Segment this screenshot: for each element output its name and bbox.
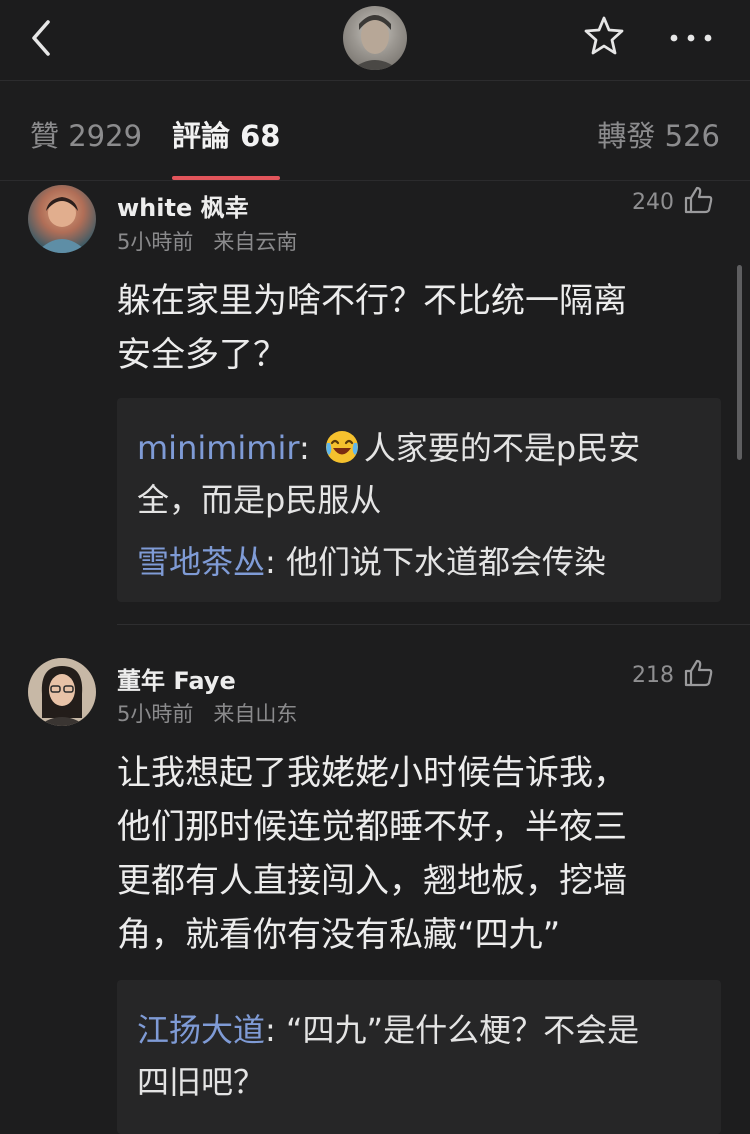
comment-line: 让我想起了我姥姥小时候告诉我， <box>117 753 627 793</box>
tab-bar: 贊 2929 評論 68 轉發 526 <box>0 81 750 180</box>
like-button[interactable] <box>684 186 714 214</box>
scrollbar[interactable] <box>737 265 742 460</box>
tab-reposts[interactable]: 轉發 526 <box>597 113 720 155</box>
reply-box[interactable]: minimimir: 人家要的不是p民安 全，而是p民服从 雪地茶丛: 他们说下… <box>117 398 721 602</box>
comment-region: 来自山东 <box>213 702 298 726</box>
comment-line: 躲在家里为啥不行？不比统一隔离 <box>117 281 627 321</box>
comment-text: 让我想起了我姥姥小时候告诉我， 他们那时候连觉都睡不好，半夜三 更都有人直接闯入… <box>117 746 717 962</box>
comment-time: 5小時前 <box>117 702 194 726</box>
favorite-button[interactable] <box>582 14 626 58</box>
like-count: 218 <box>632 663 674 688</box>
star-outline-icon <box>584 16 624 55</box>
reply-box[interactable]: 江扬大道: “四九”是什么梗？不会是 四旧吧？ <box>117 980 721 1134</box>
more-button[interactable] <box>668 26 714 50</box>
commenter-name[interactable]: white 枫幸 <box>117 188 249 223</box>
avatar-portrait <box>28 658 96 726</box>
reply-item: minimimir: 人家要的不是p民安 全，而是p民服从 <box>137 422 707 526</box>
comment-line: 安全多了？ <box>117 335 287 375</box>
comment-meta: 5小時前 来自云南 <box>117 226 297 256</box>
comment-line: 他们那时候连觉都睡不好，半夜三 <box>117 807 627 847</box>
comment-time: 5小時前 <box>117 230 194 254</box>
reply-text: 他们说下水道都会传染 <box>285 543 606 581</box>
comment-meta: 5小時前 来自山东 <box>117 698 297 728</box>
chevron-left-icon <box>32 20 50 56</box>
reply-author[interactable]: minimimir <box>137 429 299 467</box>
top-bar <box>0 0 750 81</box>
comment-divider <box>117 624 750 625</box>
comment-line: 更都有人直接闯入，翘地板，挖墙 <box>117 861 627 901</box>
reply-separator: : <box>265 1011 286 1049</box>
tabs-divider <box>0 180 750 181</box>
reply-author[interactable]: 江扬大道 <box>137 1011 265 1049</box>
avatar-portrait <box>36 197 88 253</box>
reply-item: 雪地茶丛: 他们说下水道都会传染 <box>137 536 707 588</box>
tab-likes[interactable]: 贊 2929 <box>30 113 142 155</box>
thumbs-up-icon <box>684 659 713 687</box>
like-button[interactable] <box>684 659 714 687</box>
commenter-name[interactable]: 董年 Faye <box>117 661 236 696</box>
reply-text: 四旧吧？ <box>137 1063 266 1101</box>
reply-text: 全，而是p民服从 <box>137 481 382 519</box>
profile-avatar[interactable] <box>343 6 407 70</box>
reply-separator: : <box>265 543 286 581</box>
comment-line: 角，就看你有没有私藏“四九” <box>117 915 561 955</box>
comment-text: 躲在家里为啥不行？不比统一隔离 安全多了？ <box>117 274 717 382</box>
commenter-avatar[interactable] <box>28 658 96 726</box>
thumbs-up-icon <box>684 186 713 214</box>
laughing-crying-emoji-icon <box>325 431 358 463</box>
reply-text: 人家要的不是p民安 <box>363 429 641 467</box>
reply-separator: : <box>298 429 320 467</box>
commenter-avatar[interactable] <box>28 185 96 253</box>
reply-author[interactable]: 雪地茶丛 <box>137 543 265 581</box>
comment-region: 来自云南 <box>213 230 298 254</box>
avatar-portrait <box>351 15 399 70</box>
back-button[interactable] <box>24 18 60 58</box>
reply-text: “四九”是什么梗？不会是 <box>285 1011 640 1049</box>
like-count: 240 <box>632 190 674 215</box>
reply-item: 江扬大道: “四九”是什么梗？不会是 四旧吧？ <box>137 1004 707 1108</box>
more-dots-icon <box>670 34 712 42</box>
